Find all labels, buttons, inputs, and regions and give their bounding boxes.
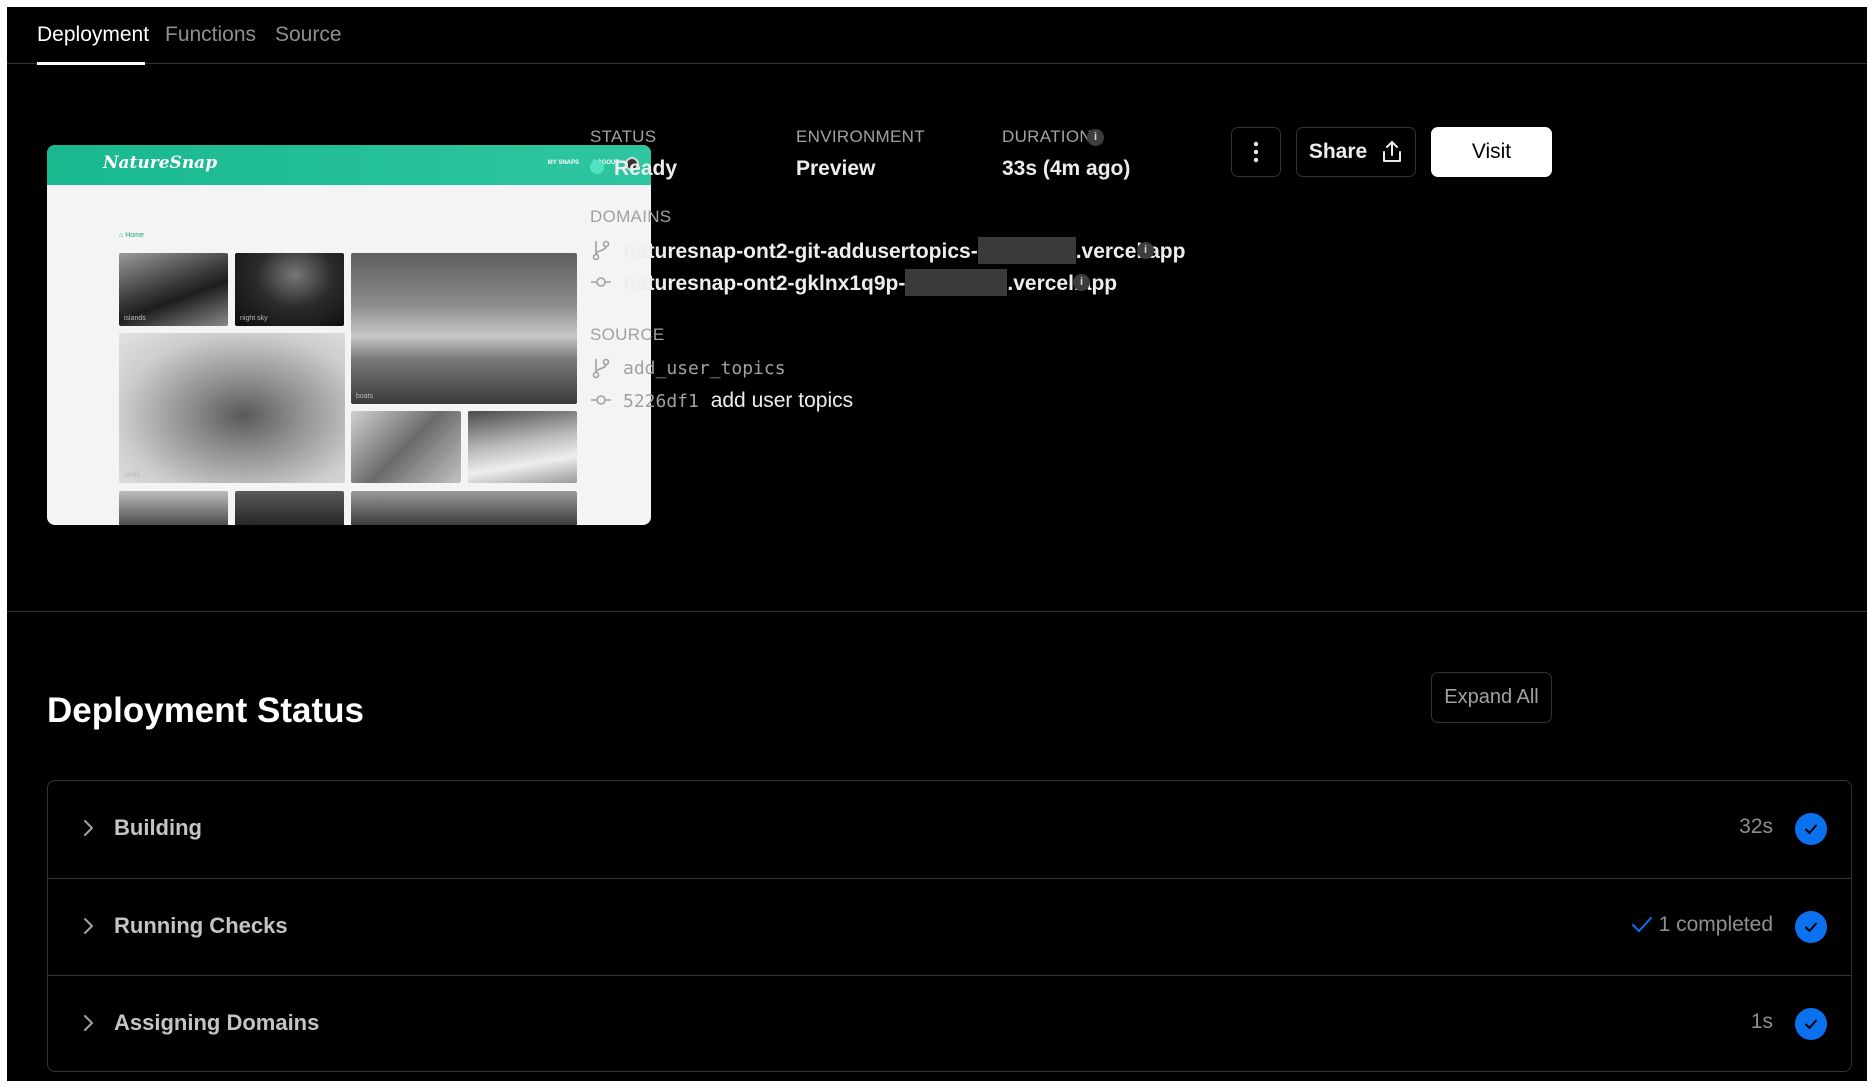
source-commit[interactable]: 5226df1 add user topics bbox=[623, 389, 853, 413]
git-commit-icon bbox=[591, 277, 611, 287]
preview-breadcrumb: ⌂ Home bbox=[119, 232, 144, 239]
preview-photo-night-sky: night sky bbox=[235, 253, 344, 326]
domain-branch-info-icon[interactable]: i bbox=[1137, 242, 1154, 259]
step-title: Assigning Domains bbox=[114, 1010, 320, 1035]
deployment-status-title: Deployment Status bbox=[47, 691, 364, 730]
domain-commit-info-icon[interactable]: i bbox=[1073, 274, 1090, 291]
section-divider bbox=[7, 611, 1867, 612]
status-value: Ready bbox=[590, 157, 677, 181]
source-branch[interactable]: add_user_topics bbox=[623, 358, 786, 379]
deployment-steps: Building 32s Running Checks 1 completed … bbox=[47, 780, 1852, 1072]
preview-photo-trees bbox=[351, 491, 577, 525]
environment-value: Preview bbox=[796, 157, 876, 180]
preview-logo: NatureSnap bbox=[103, 153, 218, 173]
deployment-page: Deployment Functions Source NatureSnap M… bbox=[7, 7, 1867, 1081]
preview-photo-boats: boats bbox=[351, 253, 577, 404]
commit-message: add user topics bbox=[710, 389, 854, 412]
preview-photo-monkeys bbox=[351, 411, 461, 483]
domain-link-commit[interactable]: naturesnap-ont2-gklnx1q9p- .vercel.app bbox=[623, 269, 1117, 298]
chevron-right-icon bbox=[84, 918, 93, 934]
share-button[interactable]: Share bbox=[1296, 127, 1416, 177]
checkmark-icon bbox=[1631, 917, 1652, 932]
domains-label: DOMAINS bbox=[590, 207, 672, 226]
git-branch-icon bbox=[592, 358, 610, 379]
deployment-preview[interactable]: NatureSnap MY SNAPS LOGOUT ⌂ Home island… bbox=[47, 145, 651, 525]
tab-deployment[interactable]: Deployment bbox=[37, 7, 149, 65]
commit-hash: 5226df1 bbox=[623, 391, 699, 412]
tab-source[interactable]: Source bbox=[275, 7, 342, 64]
tab-functions[interactable]: Functions bbox=[165, 7, 256, 64]
success-check-icon bbox=[1795, 911, 1827, 943]
preview-photo-forest bbox=[119, 491, 228, 525]
step-building[interactable]: Building 32s bbox=[48, 781, 1851, 878]
status-label: STATUS bbox=[590, 127, 657, 146]
git-commit-icon bbox=[591, 395, 611, 405]
preview-photo-palms bbox=[235, 491, 344, 525]
domain-link-branch[interactable]: naturesnap-ont2-git-addusertopics- .verce… bbox=[623, 237, 1185, 266]
step-title: Building bbox=[114, 815, 202, 840]
redacted-block bbox=[977, 237, 1076, 264]
chevron-right-icon bbox=[84, 820, 93, 836]
preview-photo-islands: islands bbox=[119, 253, 228, 326]
success-check-icon bbox=[1795, 1008, 1827, 1040]
step-title: Running Checks bbox=[114, 913, 288, 938]
preview-photo-wolfs: wolfs bbox=[119, 333, 345, 483]
preview-photo-beach bbox=[468, 411, 577, 483]
tab-bar: Deployment Functions Source bbox=[7, 7, 1867, 65]
more-vertical-icon bbox=[1253, 141, 1259, 163]
status-ready-dot bbox=[590, 160, 604, 175]
step-checks-summary: 1 completed bbox=[1631, 913, 1773, 937]
preview-nav-my-snaps: MY SNAPS bbox=[547, 160, 579, 166]
step-assigning-domains[interactable]: Assigning Domains 1s bbox=[48, 975, 1851, 1071]
redacted-block bbox=[905, 269, 1008, 296]
git-branch-icon bbox=[592, 240, 610, 261]
step-running-checks[interactable]: Running Checks 1 completed bbox=[48, 878, 1851, 975]
environment-label: ENVIRONMENT bbox=[796, 127, 925, 146]
more-options-button[interactable] bbox=[1231, 127, 1281, 177]
share-button-label: Share bbox=[1308, 140, 1368, 163]
success-check-icon bbox=[1795, 813, 1827, 845]
step-duration: 32s bbox=[1739, 815, 1773, 838]
step-duration: 1s bbox=[1750, 1010, 1773, 1033]
chevron-right-icon bbox=[84, 1015, 93, 1031]
expand-all-button[interactable]: Expand All bbox=[1431, 672, 1552, 723]
duration-label: DURATION bbox=[1002, 127, 1092, 146]
duration-value: 33s (4m ago) bbox=[1002, 157, 1131, 180]
visit-button[interactable]: Visit bbox=[1431, 127, 1552, 177]
source-label: SOURCE bbox=[590, 325, 665, 344]
preview-header: NatureSnap MY SNAPS LOGOUT bbox=[47, 145, 651, 185]
duration-info-icon[interactable]: i bbox=[1087, 129, 1104, 146]
share-icon bbox=[1383, 141, 1402, 162]
